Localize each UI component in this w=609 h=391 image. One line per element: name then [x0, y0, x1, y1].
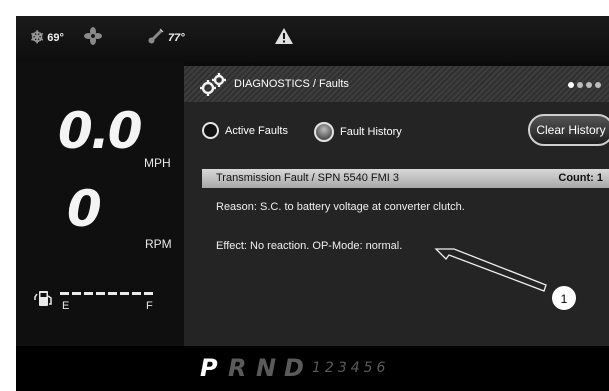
snowflake-icon: ❄ — [30, 28, 45, 47]
gear-numbers: 123456 — [312, 360, 390, 376]
gauge-column: 0.0 MPH 0 RPM E F — [16, 62, 184, 346]
gear-park: P — [200, 354, 218, 382]
display-screen: ❄ 69° 77° 0.0 MPH 0 RPM E F DIAGNOSTICS … — [16, 16, 609, 391]
coolant-temp-indicator: 77° — [148, 28, 185, 47]
fuel-segment — [84, 292, 93, 295]
gear-bar: P R N D 123456 — [16, 346, 609, 391]
speed-readout: 0.0 — [58, 102, 143, 160]
speed-unit: MPH — [144, 156, 171, 170]
gear-neutral: N — [256, 354, 277, 382]
diagnostics-panel: DIAGNOSTICS / Faults Active Faults Fault… — [184, 66, 609, 346]
warning-icon[interactable] — [274, 27, 294, 50]
fuel-segment — [108, 292, 117, 295]
fuel-segment — [96, 292, 105, 295]
fuel-segment — [120, 292, 129, 295]
gear-reverse: R — [228, 354, 247, 382]
ambient-temp-indicator: ❄ 69° — [30, 28, 64, 48]
fuel-empty-label: E — [62, 300, 70, 312]
fuel-full-label: F — [146, 300, 153, 312]
callout-arrow — [434, 248, 547, 292]
fan-icon — [84, 27, 102, 50]
status-bar: ❄ 69° 77° — [16, 16, 609, 62]
fuel-pump-icon — [34, 288, 54, 313]
fuel-segment — [144, 292, 153, 295]
thermometer-icon — [148, 28, 164, 47]
callout-number: 1 — [551, 285, 577, 311]
gear-drive: D — [284, 354, 304, 382]
fuel-segment — [60, 292, 69, 295]
rpm-readout: 0 — [67, 180, 102, 238]
ambient-temp: 69° — [47, 32, 64, 44]
fuel-segment — [72, 292, 81, 295]
rpm-unit: RPM — [145, 237, 172, 251]
fuel-segment — [132, 292, 141, 295]
coolant-temp: 77° — [168, 31, 185, 44]
